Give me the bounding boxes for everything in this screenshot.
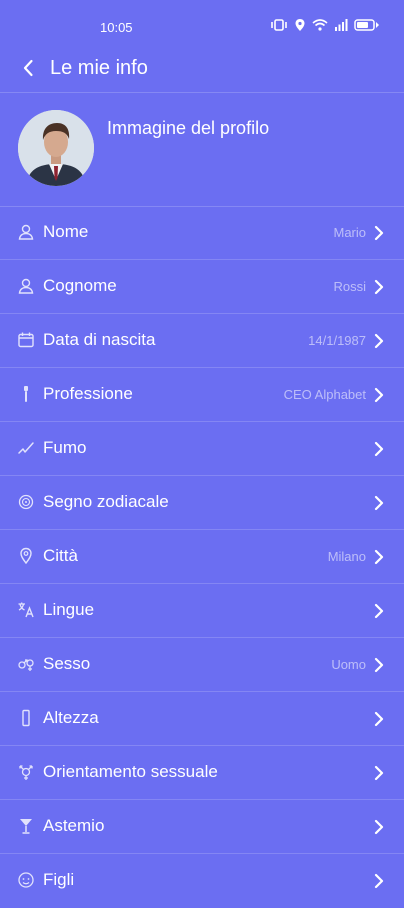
row-label: Lingue	[43, 600, 95, 619]
row-sesso[interactable]: Sesso Uomo	[0, 638, 404, 692]
row-value: Uomo	[331, 657, 366, 672]
glass-icon	[20, 819, 32, 834]
profile-section[interactable]: Immagine del profilo	[0, 110, 404, 200]
row-label: Fumo	[43, 438, 87, 457]
zodiac-icon	[18, 494, 34, 510]
ruler-icon	[22, 709, 30, 727]
row-altezza[interactable]: Altezza	[0, 692, 404, 746]
info-list: Nome Mario Cognome Rossi Data di nascita…	[0, 206, 404, 908]
row-label: Data di nascita	[43, 330, 156, 349]
chevron-left-icon	[23, 59, 33, 77]
top-bar: Le mie info	[0, 46, 404, 90]
chevron-right-icon	[374, 819, 384, 835]
language-icon	[18, 602, 34, 618]
orientation-icon	[19, 765, 33, 780]
status-time: 10:05	[100, 20, 133, 35]
row-value: CEO Alphabet	[283, 387, 366, 402]
battery-icon	[354, 19, 379, 31]
gender-icon	[18, 659, 34, 671]
row-orientamento-sessuale[interactable]: Orientamento sessuale	[0, 746, 404, 800]
vibrate-icon	[271, 19, 287, 31]
status-icons	[270, 18, 380, 32]
chevron-right-icon	[374, 333, 384, 349]
row-label: Altezza	[43, 708, 99, 727]
row-fumo[interactable]: Fumo	[0, 422, 404, 476]
profile-image-label: Immagine del profilo	[107, 118, 270, 138]
chevron-right-icon	[374, 765, 384, 781]
avatar[interactable]	[18, 110, 94, 186]
person-icon	[18, 224, 34, 240]
row-data-di-nascita[interactable]: Data di nascita 14/1/1987	[0, 314, 404, 368]
row-label: Astemio	[43, 816, 105, 835]
row-astemio[interactable]: Astemio	[0, 800, 404, 854]
calendar-icon	[18, 332, 34, 348]
chevron-right-icon	[374, 603, 384, 619]
baby-icon	[18, 872, 34, 888]
row-value: Milano	[327, 549, 366, 564]
row-value: Mario	[333, 225, 366, 240]
row-label: Città	[43, 546, 78, 565]
chevron-right-icon	[374, 549, 384, 565]
cigarette-icon	[18, 442, 34, 454]
chevron-right-icon	[374, 225, 384, 241]
row-cognome[interactable]: Cognome Rossi	[0, 260, 404, 314]
row-label: Professione	[43, 384, 133, 403]
chevron-right-icon	[374, 657, 384, 673]
chevron-right-icon	[374, 441, 384, 457]
header-divider	[0, 92, 404, 93]
chevron-right-icon	[374, 495, 384, 511]
person-icon	[18, 278, 34, 294]
tool-icon	[24, 386, 28, 402]
signal-icon	[335, 19, 348, 31]
row-label: Cognome	[43, 276, 117, 295]
row-professione[interactable]: Professione CEO Alphabet	[0, 368, 404, 422]
row-label: Figli	[43, 870, 75, 889]
chevron-right-icon	[374, 279, 384, 295]
location-icon	[295, 19, 305, 31]
row-value: Rossi	[333, 279, 366, 294]
row-citta[interactable]: Città Milano	[0, 530, 404, 584]
row-lingue[interactable]: Lingue	[0, 584, 404, 638]
row-label: Segno zodiacale	[43, 492, 169, 511]
chevron-right-icon	[374, 711, 384, 727]
row-segno-zodiacale[interactable]: Segno zodiacale	[0, 476, 404, 530]
row-label: Orientamento sessuale	[43, 762, 218, 781]
wifi-icon	[312, 19, 328, 31]
row-nome[interactable]: Nome Mario	[0, 206, 404, 260]
row-value: 14/1/1987	[308, 333, 366, 348]
chevron-right-icon	[374, 387, 384, 403]
row-label: Sesso	[43, 654, 91, 673]
location-pin-icon	[20, 547, 32, 565]
chevron-right-icon	[374, 873, 384, 889]
row-label: Nome	[43, 222, 89, 241]
page-title: Le mie info	[50, 56, 148, 79]
back-button[interactable]	[0, 46, 56, 90]
